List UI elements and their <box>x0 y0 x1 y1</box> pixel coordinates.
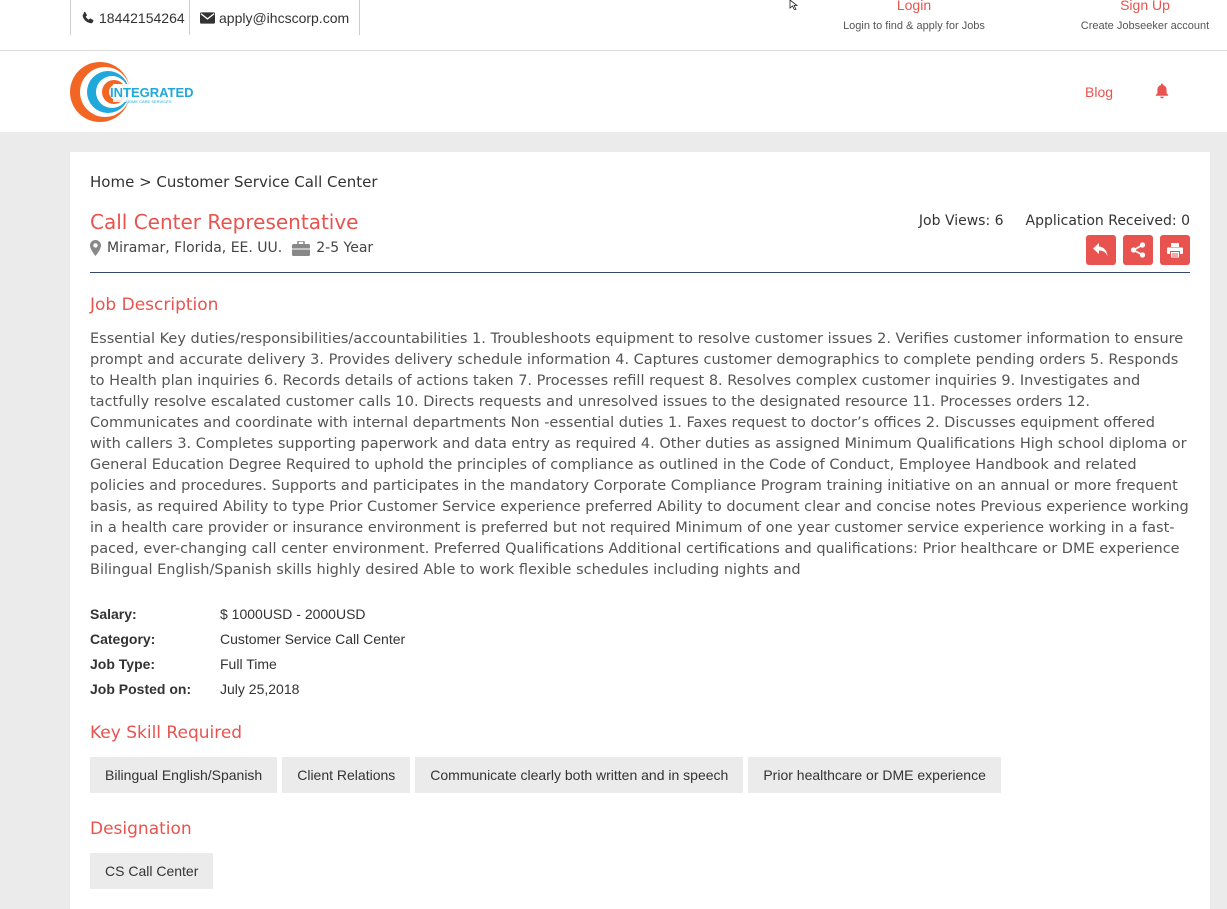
job-description: Essential Key duties/responsibilities/ac… <box>90 331 1189 578</box>
main-nav: INTEGRATED HOME CARE SERVICES Blog <box>0 51 1227 132</box>
email-address: apply@ihcscorp.com <box>219 9 350 26</box>
job-meta: Miramar, Florida, EE. UU. 2-5 Year <box>90 240 373 256</box>
designation-heading: Designation <box>90 819 192 839</box>
job-experience: 2-5 Year <box>316 240 374 256</box>
reply-icon <box>1093 243 1108 256</box>
detail-row-salary: Salary: $ 1000USD - 2000USD <box>90 601 405 626</box>
signup-subtext: Create Jobseeker account <box>1080 20 1210 32</box>
detail-value: Full Time <box>220 655 277 672</box>
map-marker-icon <box>90 240 101 256</box>
phone-icon <box>82 11 94 23</box>
login-subtext: Login to find & apply for Jobs <box>843 20 985 32</box>
briefcase-icon <box>292 240 311 256</box>
skill-tag[interactable]: Client Relations <box>282 757 411 793</box>
skill-tag[interactable]: Communicate clearly both written and in … <box>415 757 744 793</box>
print-button[interactable] <box>1160 235 1190 265</box>
job-stats: Job Views: 6 Application Received: 0 <box>919 213 1190 229</box>
bell-icon[interactable] <box>1155 83 1169 99</box>
detail-value: Customer Service Call Center <box>220 630 406 647</box>
detail-label: Category: <box>90 630 156 647</box>
detail-label: Job Posted on: <box>90 680 192 697</box>
skill-tag[interactable]: Prior healthcare or DME experience <box>748 757 1001 793</box>
job-views: Job Views: 6 <box>918 213 1004 229</box>
job-location: Miramar, Florida, EE. UU. <box>107 240 283 256</box>
job-details: Salary: $ 1000USD - 2000USD Category: Cu… <box>90 601 405 701</box>
job-description-heading: Job Description <box>90 295 219 315</box>
cursor-icon <box>789 0 799 10</box>
logo-subtext: HOME CARE SERVICES <box>126 99 172 104</box>
designation-tag[interactable]: CS Call Center <box>90 853 214 889</box>
job-actions <box>1086 235 1190 265</box>
skill-tag[interactable]: Bilingual English/Spanish <box>90 757 278 793</box>
logo-text: INTEGRATED <box>110 85 194 100</box>
detail-row-job-type: Job Type: Full Time <box>90 651 405 676</box>
reply-button[interactable] <box>1086 235 1116 265</box>
share-button[interactable] <box>1123 235 1153 265</box>
company-logo[interactable]: INTEGRATED HOME CARE SERVICES <box>68 59 198 125</box>
detail-value: July 25,2018 <box>220 680 300 697</box>
detail-label: Job Type: <box>90 655 156 672</box>
detail-row-posted-on: Job Posted on: July 25,2018 <box>90 676 405 701</box>
login-link[interactable]: Login <box>843 0 985 14</box>
signup-link[interactable]: Sign Up <box>1080 0 1210 14</box>
job-title: Call Center Representative <box>90 210 359 234</box>
detail-label: Salary: <box>90 605 137 622</box>
contact-phone[interactable]: 18442154264 <box>70 0 190 35</box>
nav-blog-link[interactable]: Blog <box>1085 84 1113 100</box>
breadcrumb[interactable]: Home > Customer Service Call Center <box>90 173 378 191</box>
envelope-icon <box>200 11 215 24</box>
header-divider <box>90 272 1190 273</box>
login-block: Login Login to find & apply for Jobs <box>843 0 985 32</box>
applications-received: Application Received: 0 <box>1025 213 1190 229</box>
skill-tags: Bilingual English/Spanish Client Relatio… <box>90 757 1001 793</box>
share-icon <box>1130 242 1146 258</box>
top-bar: 18442154264 apply@ihcscorp.com Login Log… <box>0 0 1227 51</box>
designation-tags: CS Call Center <box>90 853 214 889</box>
phone-number: 18442154264 <box>99 9 185 26</box>
signup-block: Sign Up Create Jobseeker account <box>1080 0 1210 32</box>
detail-row-category: Category: Customer Service Call Center <box>90 626 405 651</box>
key-skills-heading: Key Skill Required <box>90 723 243 743</box>
detail-value: $ 1000USD - 2000USD <box>220 605 366 622</box>
job-detail-card: Home > Customer Service Call Center Call… <box>70 152 1210 909</box>
print-icon <box>1167 242 1183 258</box>
contact-email[interactable]: apply@ihcscorp.com <box>190 0 360 35</box>
